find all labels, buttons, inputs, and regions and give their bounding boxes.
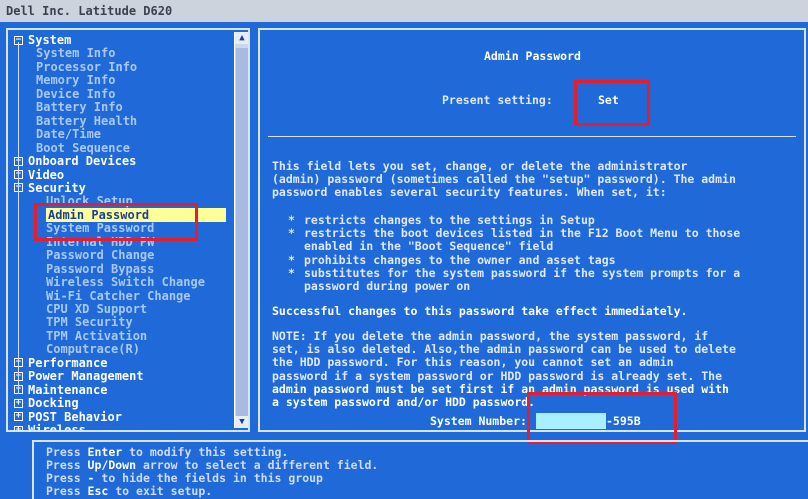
scroll-thumb[interactable]	[236, 48, 248, 420]
expand-icon[interactable]: +	[14, 412, 23, 422]
detail-divider	[268, 136, 796, 137]
bullet-icon: *	[288, 265, 295, 280]
help-line-minus: Press - to hide the fields in this group	[46, 471, 323, 485]
help-bar: Press Enter to modify this setting. Pres…	[32, 440, 808, 499]
laptop-model-label: Dell Inc. Latitude D620	[0, 0, 808, 22]
tree-group-wireless[interactable]: Wireless	[28, 423, 86, 430]
tree-item-memory-info[interactable]: Memory Info	[36, 73, 115, 87]
bullet-text: enabled in the "Boot Sequence" field	[304, 239, 554, 254]
bullet-icon: *	[288, 226, 295, 241]
admin-password-annotation-box	[34, 203, 198, 241]
present-setting-label: Present setting:	[442, 93, 553, 107]
tree-item-password-change[interactable]: Password Change	[46, 248, 154, 262]
help-line-esc: Press Esc to exit setup.	[46, 484, 213, 498]
tree-scrollbar[interactable]: ▲ ▼	[234, 32, 248, 428]
note-line: the HDD password. For this reason, you c…	[272, 355, 674, 370]
tree-group-performance[interactable]: Performance	[28, 356, 107, 370]
bullet-text: prohibits changes to the owner and asset…	[304, 252, 616, 267]
tree-item-wireless-switch-change[interactable]: Wireless Switch Change	[46, 275, 205, 289]
tree-connector-line	[18, 42, 19, 394]
tree-group-security[interactable]: Security	[28, 181, 86, 195]
tree-item-system-info[interactable]: System Info	[36, 46, 115, 60]
note-line: a system password and/or HDD password.	[272, 395, 536, 409]
tree-item-processor-info[interactable]: Processor Info	[36, 60, 137, 74]
system-number-label: System Number:	[430, 414, 527, 428]
help-line-enter: Press Enter to modify this setting.	[46, 445, 289, 459]
tree-item-cpu-xd-support[interactable]: CPU XD Support	[46, 302, 147, 316]
system-number-annotation-box	[527, 392, 677, 444]
help-line-updown: Press Up/Down arrow to select a differen…	[46, 458, 379, 472]
tree-group-maintenance[interactable]: Maintenance	[28, 383, 107, 397]
scroll-up-arrow-icon[interactable]: ▲	[235, 32, 248, 44]
tree-item-tpm-security[interactable]: TPM Security	[46, 315, 133, 329]
up-down-key: Up/Down	[87, 458, 137, 472]
tree-item-wi-fi-catcher-change[interactable]: Wi-Fi Catcher Change	[46, 289, 191, 303]
expand-icon[interactable]: +	[14, 398, 23, 408]
tree-group-docking[interactable]: Docking	[28, 396, 79, 410]
tree-item-password-bypass[interactable]: Password Bypass	[46, 262, 154, 276]
esc-key: Esc	[87, 484, 109, 498]
tree-item-tpm-activation[interactable]: TPM Activation	[46, 329, 147, 343]
scroll-down-arrow-icon[interactable]: ▼	[235, 416, 248, 428]
enter-key: Enter	[87, 445, 123, 459]
tree-item-battery-health[interactable]: Battery Health	[36, 114, 137, 128]
bullet-icon: *	[288, 252, 295, 267]
tree-group-post-behavior[interactable]: POST Behavior	[28, 410, 122, 424]
tree-item-device-info[interactable]: Device Info	[36, 87, 115, 101]
description-line: password enables several security featur…	[272, 185, 667, 200]
tree-item-date-time[interactable]: Date/Time	[36, 127, 101, 141]
bullet-text: password during power on	[304, 279, 471, 293]
tree-item-computrace-r[interactable]: Computrace(R)	[46, 342, 140, 356]
field-detail-panel: Admin Password Present setting: Set This…	[258, 28, 806, 432]
tree-item-battery-info[interactable]: Battery Info	[36, 100, 123, 114]
tree-group-video[interactable]: Video	[28, 168, 64, 182]
tree-item-boot-sequence[interactable]: Boot Sequence	[36, 141, 130, 155]
tree-group-onboard-devices[interactable]: Onboard Devices	[28, 154, 136, 168]
present-setting-annotation-box	[574, 80, 650, 126]
bios-setup-screen: ▲ ▼ System − System Info Processor Info Memo…	[0, 22, 808, 499]
tree-group-power-management[interactable]: Power Management	[28, 369, 144, 383]
expand-icon[interactable]: +	[14, 425, 23, 430]
tree-group-system[interactable]: System	[28, 33, 71, 47]
note-line: password if a system password or HDD pas…	[272, 368, 723, 383]
success-message: Successful changes to this password take…	[272, 304, 688, 318]
detail-title: Admin Password	[484, 49, 581, 63]
